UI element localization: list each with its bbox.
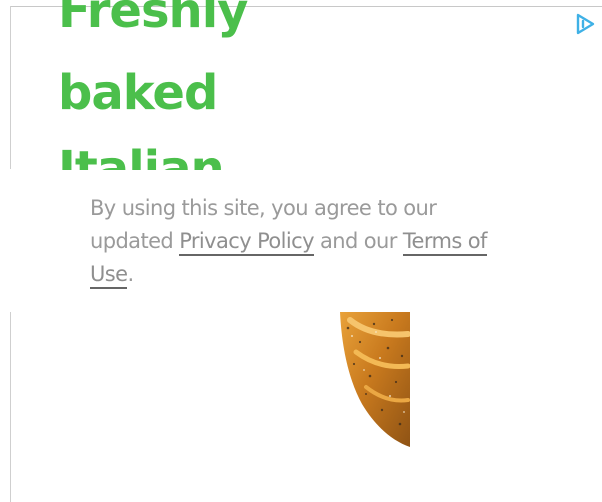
consent-text-suffix: . — [127, 262, 134, 286]
consent-text: By using this site, you agree to our upd… — [90, 192, 510, 291]
ad-headline[interactable]: Freshly baked Italian — [0, 0, 602, 170]
adchoices-icon[interactable] — [575, 12, 595, 36]
consent-text-middle: and our — [313, 229, 403, 253]
consent-notice: By using this site, you agree to our upd… — [0, 170, 602, 312]
ad-headline-line-1: Freshly — [58, 0, 248, 39]
ad-frame-left-border-lower — [10, 312, 11, 502]
bread-loaf-image[interactable] — [330, 312, 410, 447]
privacy-policy-link[interactable]: Privacy Policy — [179, 229, 315, 256]
ad-headline-line-3: Italian — [58, 141, 225, 170]
ad-headline-line-2: baked — [58, 65, 218, 121]
ad-viewport: Freshly baked Italian By using this site… — [0, 0, 602, 502]
